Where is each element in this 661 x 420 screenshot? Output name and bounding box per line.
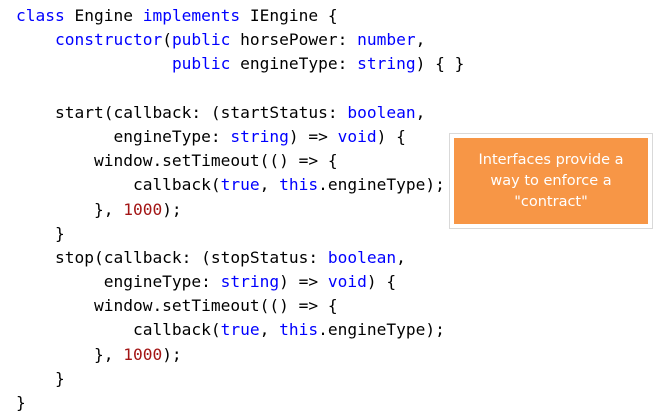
code-text: , [415, 102, 426, 122]
code-keyword: void [337, 126, 377, 146]
code-text: engineType: [16, 126, 231, 146]
code-keyword: boolean [327, 247, 397, 267]
code-keyword: public [171, 54, 231, 74]
code-line: engineType: string) => void) { [16, 125, 464, 149]
code-text: IEngine { [240, 6, 338, 25]
callout-line: way to enforce a [490, 172, 612, 189]
code-keyword: this [279, 320, 319, 340]
code-keyword: void [327, 272, 367, 292]
callout-box: Interfaces provide a way to enforce a "c… [449, 133, 653, 229]
code-keyword: true [220, 320, 260, 340]
code-keyword: number [357, 30, 416, 50]
code-text: stop(callback: (stopStatus: [16, 247, 328, 267]
code-text: Engine [64, 6, 143, 25]
code-text: start(callback: (startStatus: [16, 102, 348, 122]
code-line: }, 1000); [16, 198, 464, 222]
code-text: ) { } [415, 54, 465, 74]
code-line: } [16, 222, 464, 246]
code-line: start(callback: (startStatus: boolean, [16, 101, 464, 125]
code-text: callback( [16, 175, 221, 195]
code-line: callback(true, this.engineType); [16, 173, 464, 197]
code-text: engineType: [16, 272, 221, 292]
code-keyword: boolean [347, 102, 416, 122]
code-text: ) { [366, 272, 397, 292]
code-text: , [415, 30, 426, 50]
code-text: , [259, 175, 280, 195]
code-text: ); [162, 344, 182, 364]
code-text: }, [16, 199, 124, 219]
code-keyword: string [230, 126, 289, 146]
code-keyword: true [220, 175, 260, 195]
code-block: class Engine implements IEngine { constr… [16, 4, 464, 415]
code-text: ); [162, 199, 182, 219]
code-line: } [16, 391, 464, 415]
callout-line: "contract" [514, 193, 588, 210]
code-line: callback(true, this.engineType); [16, 318, 464, 342]
code-text: horsePower: [230, 30, 358, 50]
code-text: .engineType); [318, 175, 445, 195]
code-keyword: class [16, 6, 65, 25]
callout-fill: Interfaces provide a way to enforce a "c… [454, 138, 648, 224]
code-keyword: string [357, 54, 416, 74]
code-line: constructor(public horsePower: number, [16, 28, 464, 52]
code-line: window.setTimeout(() => { [16, 149, 464, 173]
callout-line: Interfaces provide a [478, 151, 624, 168]
code-text: , [259, 320, 280, 340]
code-text: engineType: [230, 54, 358, 74]
code-number: 1000 [123, 344, 163, 364]
code-text: callback( [16, 320, 221, 340]
code-text: .engineType); [318, 320, 445, 340]
code-text: } [16, 393, 26, 412]
code-text: ) => [288, 126, 338, 146]
code-keyword: this [279, 175, 319, 195]
code-line: public engineType: string) { } [16, 52, 464, 76]
code-text: ( [162, 30, 172, 50]
code-line: }, 1000); [16, 343, 464, 367]
code-keyword: string [220, 272, 280, 292]
code-text: } [16, 223, 65, 243]
code-keyword: public [171, 30, 231, 50]
callout-text: Interfaces provide a way to enforce a "c… [468, 150, 633, 213]
code-text: }, [16, 344, 124, 364]
code-text: } [16, 368, 65, 388]
code-line: stop(callback: (stopStatus: boolean, [16, 246, 464, 270]
code-text: window.setTimeout(() => { [16, 151, 338, 171]
code-line: } [16, 367, 464, 391]
code-number: 1000 [123, 199, 163, 219]
code-text: ) { [376, 126, 406, 146]
code-line: window.setTimeout(() => { [16, 294, 464, 318]
code-text: window.setTimeout(() => { [16, 296, 338, 316]
code-line: class Engine implements IEngine { [16, 4, 464, 28]
code-text: , [396, 247, 406, 267]
code-keyword: implements [142, 6, 241, 25]
code-text: ) => [279, 272, 328, 292]
code-keyword: constructor [54, 30, 163, 50]
code-line: engineType: string) => void) { [16, 270, 464, 294]
